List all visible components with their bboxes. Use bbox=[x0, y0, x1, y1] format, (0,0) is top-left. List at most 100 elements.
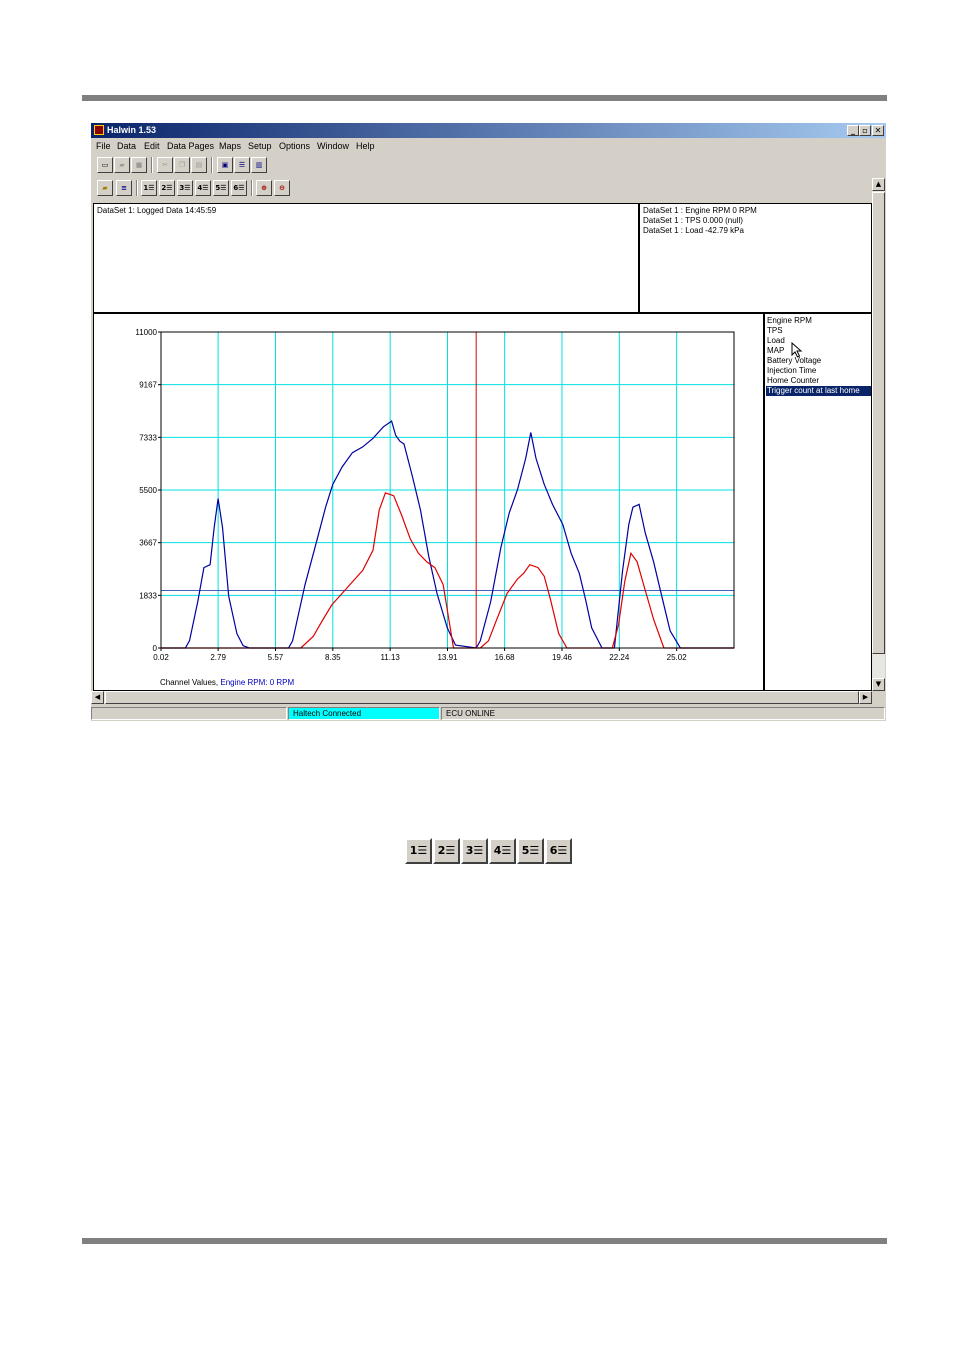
app-window: Halwin 1.53 _ ▫ ✕ File Data Edit Data Pa… bbox=[91, 123, 886, 721]
channel-values-value: Engine RPM: 0 RPM bbox=[220, 678, 295, 687]
chart[interactable]: 0.02 2.79 5.57 8.35 11.13 13.91 16.68 19.46 22.2… bbox=[94, 314, 763, 690]
graph-6-label: 6 bbox=[549, 844, 558, 857]
horizontal-scrollbar[interactable]: ◀ ▶ bbox=[91, 691, 872, 704]
channel-item-load[interactable]: Load bbox=[766, 336, 871, 346]
graph-5-button[interactable]: 5☰ bbox=[213, 180, 229, 196]
graph-6-button[interactable]: 6☰ bbox=[231, 180, 247, 196]
paste-icon[interactable]: ▤ bbox=[191, 157, 207, 173]
graph-1-label: 1 bbox=[409, 844, 418, 857]
graph-6-label: 6 bbox=[233, 184, 239, 192]
cursor-values-panel: DataSet 1 : Engine RPM 0 RPM DataSet 1 :… bbox=[639, 203, 872, 313]
graph-area[interactable]: 0.02 2.79 5.57 8.35 11.13 13.91 16.68 19.46 22.2… bbox=[93, 313, 764, 691]
channel-select-icon[interactable]: ≡ bbox=[116, 180, 132, 196]
menu-data[interactable]: Data bbox=[117, 141, 136, 151]
graph-1-button[interactable]: 1☰ bbox=[141, 180, 157, 196]
toolbar-separator bbox=[251, 180, 253, 196]
channel-item-engine-rpm[interactable]: Engine RPM bbox=[766, 316, 871, 326]
graph-3-button[interactable]: 3☰ bbox=[461, 838, 488, 864]
x-tick-label: 19.46 bbox=[552, 653, 573, 662]
y-tick-label: 7333 bbox=[139, 433, 157, 442]
menu-setup[interactable]: Setup bbox=[248, 141, 272, 151]
zoom-out-icon[interactable]: ⊖ bbox=[274, 180, 290, 196]
menu-file[interactable]: File bbox=[96, 141, 111, 151]
open-log-icon[interactable]: ▰ bbox=[97, 180, 113, 196]
cursor-value-line: DataSet 1 : Load -42.79 kPa bbox=[643, 226, 744, 235]
open-file-icon[interactable]: ▰ bbox=[114, 157, 130, 173]
title-bar[interactable]: Halwin 1.53 _ ▫ ✕ bbox=[91, 123, 886, 138]
graph-1-button[interactable]: 1☰ bbox=[405, 838, 432, 864]
channel-item-battery-voltage[interactable]: Battery Voltage bbox=[766, 356, 871, 366]
tile-horizontal-icon[interactable]: ☰ bbox=[234, 157, 250, 173]
x-tick-label: 13.91 bbox=[437, 653, 458, 662]
graph-3-button[interactable]: 3☰ bbox=[177, 180, 193, 196]
cursor-value-line: DataSet 1 : Engine RPM 0 RPM bbox=[643, 206, 757, 215]
top-rule bbox=[82, 95, 887, 101]
graph-5-button[interactable]: 5☰ bbox=[517, 838, 544, 864]
menu-edit[interactable]: Edit bbox=[144, 141, 160, 151]
scroll-thumb[interactable] bbox=[872, 192, 885, 654]
x-tick-label: 16.68 bbox=[495, 653, 516, 662]
scroll-down-icon[interactable]: ▼ bbox=[872, 678, 885, 691]
x-tick-label: 25.02 bbox=[667, 653, 688, 662]
x-tick-label: 5.57 bbox=[268, 653, 284, 662]
x-tick-label: 11.13 bbox=[380, 653, 400, 662]
y-tick-label: 0 bbox=[153, 644, 158, 653]
vertical-scrollbar[interactable]: ▲ ▼ bbox=[872, 178, 885, 691]
menu-window[interactable]: Window bbox=[317, 141, 349, 151]
scroll-up-icon[interactable]: ▲ bbox=[872, 178, 885, 191]
y-tick-label: 1833 bbox=[139, 591, 157, 600]
graph-2-button[interactable]: 2☰ bbox=[433, 838, 460, 864]
connection-status: Haltech Connected bbox=[288, 707, 440, 720]
channel-values-label: Channel Values, bbox=[160, 678, 219, 687]
minimize-button[interactable]: _ bbox=[847, 125, 859, 136]
save-icon[interactable]: ■ bbox=[131, 157, 147, 173]
graph-3-label: 3 bbox=[179, 184, 185, 192]
zoom-in-icon[interactable]: ⊕ bbox=[256, 180, 272, 196]
restore-button[interactable]: ▫ bbox=[859, 125, 871, 136]
channel-item-map[interactable]: MAP bbox=[766, 346, 871, 356]
scroll-thumb[interactable] bbox=[105, 691, 859, 704]
toolbar-separator bbox=[136, 180, 138, 196]
cursor-value-line: DataSet 1 : TPS 0.000 (null) bbox=[643, 216, 743, 225]
menu-options[interactable]: Options bbox=[279, 141, 310, 151]
y-tick-label: 5500 bbox=[139, 486, 157, 495]
channel-item-home-counter[interactable]: Home Counter bbox=[766, 376, 871, 386]
tile-vertical-icon[interactable]: ▥ bbox=[251, 157, 267, 173]
channel-values: Channel Values, Engine RPM: 0 RPM bbox=[160, 678, 294, 687]
y-tick-label: 3667 bbox=[139, 539, 157, 548]
menu-bar: File Data Edit Data Pages Maps Setup Opt… bbox=[91, 139, 886, 153]
toolbar-separator bbox=[211, 157, 213, 173]
x-tick-label: 22.24 bbox=[609, 653, 630, 662]
toolbar-separator bbox=[151, 157, 153, 173]
graph-2-label: 2 bbox=[437, 844, 446, 857]
graph-5-label: 5 bbox=[521, 844, 530, 857]
graph-4-label: 4 bbox=[493, 844, 502, 857]
channel-list[interactable]: Engine RPM TPS Load MAP Battery Voltage … bbox=[764, 313, 872, 691]
graph-1-label: 1 bbox=[143, 184, 149, 192]
scroll-left-icon[interactable]: ◀ bbox=[91, 691, 104, 704]
x-tick-label: 2.79 bbox=[210, 653, 226, 662]
dataset-info-panel: DataSet 1: Logged Data 14:45:59 bbox=[93, 203, 639, 313]
graph-6-button[interactable]: 6☰ bbox=[545, 838, 572, 864]
y-tick-label: 11000 bbox=[135, 328, 157, 337]
window-title: Halwin 1.53 bbox=[107, 125, 157, 135]
channel-item-trigger-count[interactable]: Trigger count at last home bbox=[766, 386, 871, 396]
menu-data-pages[interactable]: Data Pages bbox=[167, 141, 214, 151]
close-button[interactable]: ✕ bbox=[872, 125, 884, 136]
scroll-right-icon[interactable]: ▶ bbox=[859, 691, 872, 704]
new-file-icon[interactable]: ▭ bbox=[97, 157, 113, 173]
cascade-icon[interactable]: ▣ bbox=[217, 157, 233, 173]
graph-4-button[interactable]: 4☰ bbox=[489, 838, 516, 864]
copy-icon[interactable]: ❐ bbox=[174, 157, 190, 173]
graph-4-label: 4 bbox=[197, 184, 203, 192]
graph-2-button[interactable]: 2☰ bbox=[159, 180, 175, 196]
graph-4-button[interactable]: 4☰ bbox=[195, 180, 211, 196]
dataset-title: DataSet 1: Logged Data 14:45:59 bbox=[97, 206, 217, 215]
mouse-cursor-icon bbox=[791, 342, 803, 358]
menu-help[interactable]: Help bbox=[356, 141, 375, 151]
cut-icon[interactable]: ✂ bbox=[157, 157, 173, 173]
channel-item-tps[interactable]: TPS bbox=[766, 326, 871, 336]
menu-maps[interactable]: Maps bbox=[219, 141, 241, 151]
status-panel bbox=[91, 707, 287, 720]
channel-item-injection-time[interactable]: Injection Time bbox=[766, 366, 871, 376]
